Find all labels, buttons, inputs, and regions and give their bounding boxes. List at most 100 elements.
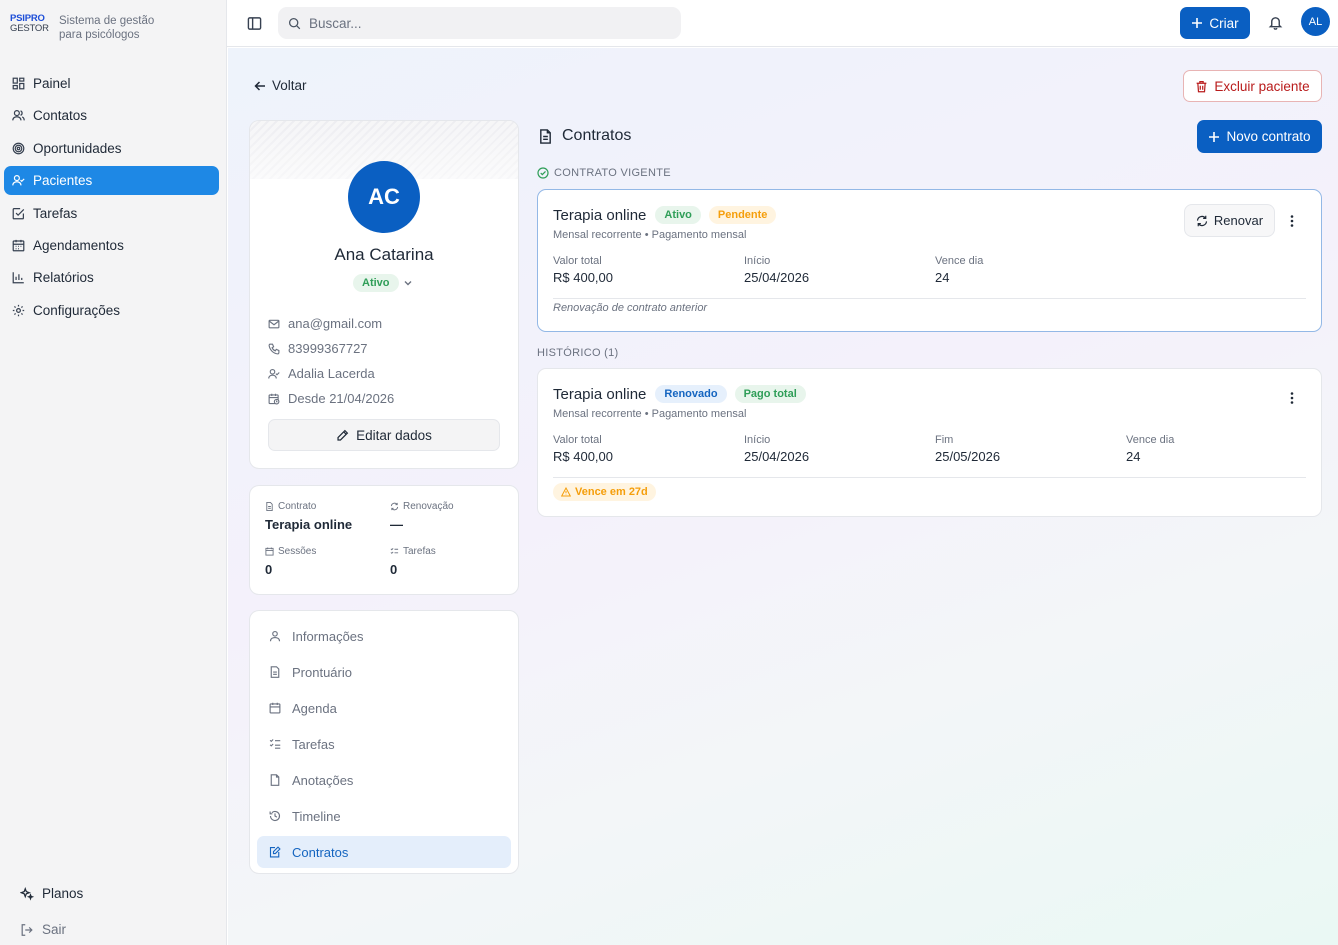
file-text-icon (265, 502, 274, 511)
stat-renewal: Renovação — (390, 501, 454, 532)
delete-patient-button[interactable]: Excluir paciente (1183, 70, 1322, 102)
sidebar-item-oportunidades[interactable]: Oportunidades (4, 134, 219, 163)
check-square-icon (12, 207, 25, 220)
renew-button[interactable]: Renovar (1184, 204, 1275, 237)
search-bar (278, 7, 681, 39)
divider (553, 298, 1306, 299)
logout-icon (20, 923, 34, 937)
back-button[interactable]: Voltar (254, 78, 307, 93)
bar-chart-icon (12, 271, 25, 284)
stat-sessions-label: Sessões (278, 546, 317, 557)
contract-due: Vence dia 24 (935, 255, 983, 285)
alert-triangle-icon (561, 487, 571, 497)
total-value: R$ 400,00 (553, 449, 613, 464)
edit-data-label: Editar dados (356, 427, 432, 443)
stat-sessions-value: 0 (265, 562, 273, 577)
logout-label: Sair (42, 922, 67, 937)
new-contract-label: Novo contrato (1226, 129, 1311, 144)
plans-link[interactable]: Planos (20, 886, 210, 901)
patient-name: Ana Catarina (334, 245, 434, 264)
sidebar-item-label: Oportunidades (33, 140, 122, 156)
trash-icon (1195, 80, 1208, 93)
current-contract-heading: CONTRATO VIGENTE (537, 167, 671, 179)
mail-icon (268, 318, 280, 330)
sidebar-item-label: Painel (33, 76, 71, 91)
due-value: 24 (935, 270, 950, 285)
user-avatar[interactable]: AL (1301, 7, 1330, 36)
expiry-warning-badge: Vence em 27d (553, 483, 656, 501)
tagline-line-2: para psicólogos (59, 29, 140, 41)
patient-contact-info: ana@gmail.com 83999367727 Adalia Lacerda… (268, 311, 394, 411)
stat-contract-value: Terapia online (265, 517, 353, 532)
new-contract-button[interactable]: Novo contrato (1197, 120, 1322, 153)
stat-sessions: Sessões 0 (265, 546, 316, 577)
tab-tarefas[interactable]: Tarefas (257, 728, 511, 760)
tab-anotacoes[interactable]: Anotações (257, 764, 511, 796)
calendar-icon (269, 702, 281, 714)
patient-stats-card: Contrato Terapia online Renovação — Sess… (249, 485, 519, 595)
sidebar-item-tarefas[interactable]: Tarefas (4, 199, 219, 228)
create-button[interactable]: Criar (1180, 7, 1250, 39)
contracts-title-text: Contratos (562, 127, 632, 144)
start-label: Início (744, 255, 771, 267)
stat-renewal-label: Renovação (403, 501, 454, 512)
stat-tasks: Tarefas 0 (390, 546, 436, 577)
sidebar-item-agendamentos[interactable]: Agendamentos (4, 231, 219, 260)
tab-timeline[interactable]: Timeline (257, 800, 511, 832)
stat-tasks-label: Tarefas (403, 546, 436, 557)
contract-total: Valor total R$ 400,00 (553, 434, 613, 464)
contract-note: Renovação de contrato anterior (553, 302, 708, 314)
tab-contratos[interactable]: Contratos (257, 836, 511, 868)
contract-name: Terapia online (553, 206, 647, 224)
user-check-icon (12, 174, 25, 187)
grid-icon (12, 77, 25, 90)
tab-label: Informações (292, 628, 364, 644)
sidebar-item-label: Pacientes (33, 173, 93, 189)
tab-label: Contratos (292, 844, 349, 860)
tab-informacoes[interactable]: Informações (257, 620, 511, 652)
history-heading: HISTÓRICO (1) (537, 347, 619, 359)
sidebar-item-contatos[interactable]: Contatos (4, 101, 219, 130)
patient-avatar: AC (348, 161, 420, 233)
due-value: 24 (1126, 449, 1141, 464)
sidebar-toggle-icon[interactable] (247, 16, 262, 31)
list-checks-icon (390, 547, 399, 556)
arrow-left-icon (254, 80, 266, 92)
brand-tagline: Sistema de gestão para psicólogos (59, 14, 154, 42)
history-contract-card: Terapia online Renovado Pago total Mensa… (537, 368, 1322, 517)
tab-prontuario[interactable]: Prontuário (257, 656, 511, 688)
contract-header: Terapia online Renovado Pago total (553, 385, 806, 403)
sidebar-item-configuracoes[interactable]: Configurações (4, 296, 219, 325)
edit-data-button[interactable]: Editar dados (268, 419, 500, 451)
sidebar-item-painel[interactable]: Painel (4, 69, 219, 98)
search-input[interactable] (309, 15, 649, 31)
sidebar-item-relatorios[interactable]: Relatórios (4, 263, 219, 292)
contract-total: Valor total R$ 400,00 (553, 255, 613, 285)
patient-status-dropdown[interactable]: Ativo (353, 274, 413, 292)
refresh-icon (1196, 215, 1208, 227)
stat-contract-label: Contrato (278, 501, 317, 512)
gear-icon (12, 304, 25, 317)
contract-status-badge: Ativo (655, 206, 701, 224)
more-vertical-icon[interactable] (1285, 214, 1299, 228)
back-label: Voltar (272, 78, 307, 93)
bell-icon[interactable] (1268, 15, 1283, 30)
sidebar-item-pacientes[interactable]: Pacientes (4, 166, 219, 196)
sparkles-icon (20, 886, 34, 901)
tab-agenda[interactable]: Agenda (257, 692, 511, 724)
plans-label: Planos (42, 886, 84, 901)
patient-professional-row: Adalia Lacerda (268, 361, 394, 386)
check-circle-icon (537, 167, 549, 179)
topbar: Criar AL (227, 0, 1338, 47)
more-vertical-icon[interactable] (1285, 391, 1299, 405)
logout-link[interactable]: Sair (20, 922, 210, 937)
calendar-icon (265, 547, 274, 556)
logo[interactable]: PSIPRO GESTOR (10, 14, 49, 42)
contract-subtitle: Mensal recorrente • Pagamento mensal (553, 408, 747, 420)
renew-label: Renovar (1213, 213, 1264, 228)
contract-name: Terapia online (553, 385, 647, 403)
contract-start: Início 25/04/2026 (744, 434, 809, 464)
stat-renewal-value: — (390, 517, 403, 532)
contract-end: Fim 25/05/2026 (935, 434, 1000, 464)
payment-status-badge: Pendente (708, 206, 777, 224)
